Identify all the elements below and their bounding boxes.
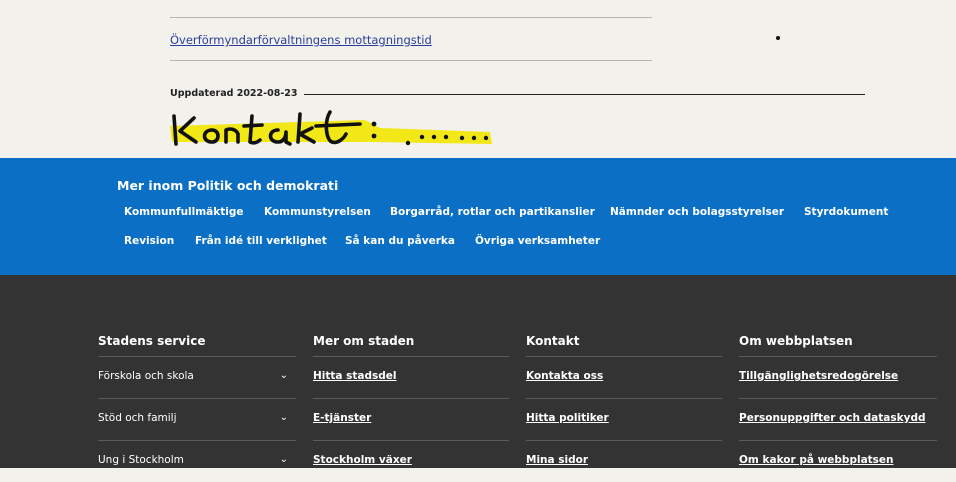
link-namnder[interactable]: Nämnder och bolagsstyrelser <box>610 206 784 218</box>
footer-column-service: Stadens service Förskola och skola ⌄ Stö… <box>98 334 296 482</box>
more-in-title: Mer inom Politik och demokrati <box>117 178 339 193</box>
footer-link[interactable]: Personuppgifter och dataskydd <box>739 398 937 440</box>
chevron-down-icon: ⌄ <box>279 412 288 423</box>
footer-accordion-item[interactable]: Ung i Stockholm ⌄ <box>98 440 296 482</box>
link-borgarrad[interactable]: Borgarråd, rotlar och partikanslier <box>390 206 595 218</box>
chevron-down-icon: ⌄ <box>279 370 288 381</box>
footer-column-about-site: Om webbplatsen Tillgänglighetsredogörels… <box>739 334 937 482</box>
link-revision[interactable]: Revision <box>124 235 174 247</box>
divider <box>170 60 652 61</box>
footer-column-more-about-city: Mer om staden Hitta stadsdel E-tjänster … <box>313 334 509 482</box>
link-sa-kan-du-paverka[interactable]: Så kan du påverka <box>345 235 455 247</box>
footer-link[interactable]: E-tjänster <box>313 398 509 440</box>
divider <box>304 94 865 95</box>
divider <box>170 17 652 18</box>
footer-column-heading: Kontakt <box>526 334 580 348</box>
stray-dot <box>776 36 780 40</box>
footer-link[interactable]: Hitta politiker <box>526 398 722 440</box>
more-in-section: Mer inom Politik och demokrati Kommunful… <box>0 158 956 275</box>
page-content-bottom: Överförmyndarförvaltningens mottagningst… <box>0 0 956 158</box>
footer-link[interactable]: Mina sidor <box>526 440 722 482</box>
footer-accordion-item[interactable]: Förskola och skola ⌄ <box>98 356 296 398</box>
site-footer: Stadens service Förskola och skola ⌄ Stö… <box>0 275 956 468</box>
chevron-down-icon: ⌄ <box>279 454 288 465</box>
link-fran-ide[interactable]: Från idé till verklighet <box>195 235 327 247</box>
footer-column-heading: Mer om staden <box>313 334 415 348</box>
link-kommunfullmaktige[interactable]: Kommunfullmäktige <box>124 206 244 218</box>
link-styrdokument[interactable]: Styrdokument <box>804 206 888 218</box>
handwritten-kontakt-annotation <box>160 100 520 160</box>
link-ovriga-verksamheter[interactable]: Övriga verksamheter <box>475 235 600 247</box>
footer-link[interactable]: Om kakor på webbplatsen <box>739 440 937 482</box>
footer-column-heading: Stadens service <box>98 334 206 348</box>
footer-column-contact: Kontakt Kontakta oss Hitta politiker Min… <box>526 334 722 482</box>
footer-link[interactable]: Tillgänglighetsredogörelse <box>739 356 937 398</box>
footer-accordion-item[interactable]: Stöd och familj ⌄ <box>98 398 296 440</box>
footer-link[interactable]: Hitta stadsdel <box>313 356 509 398</box>
link-overformyndare-mottagningstid[interactable]: Överförmyndarförvaltningens mottagningst… <box>170 33 432 47</box>
footer-link[interactable]: Kontakta oss <box>526 356 722 398</box>
footer-link[interactable]: Stockholm växer <box>313 440 509 482</box>
updated-date: Uppdaterad 2022-08-23 <box>170 88 298 99</box>
footer-column-heading: Om webbplatsen <box>739 334 853 348</box>
link-kommunstyrelsen[interactable]: Kommunstyrelsen <box>264 206 371 218</box>
